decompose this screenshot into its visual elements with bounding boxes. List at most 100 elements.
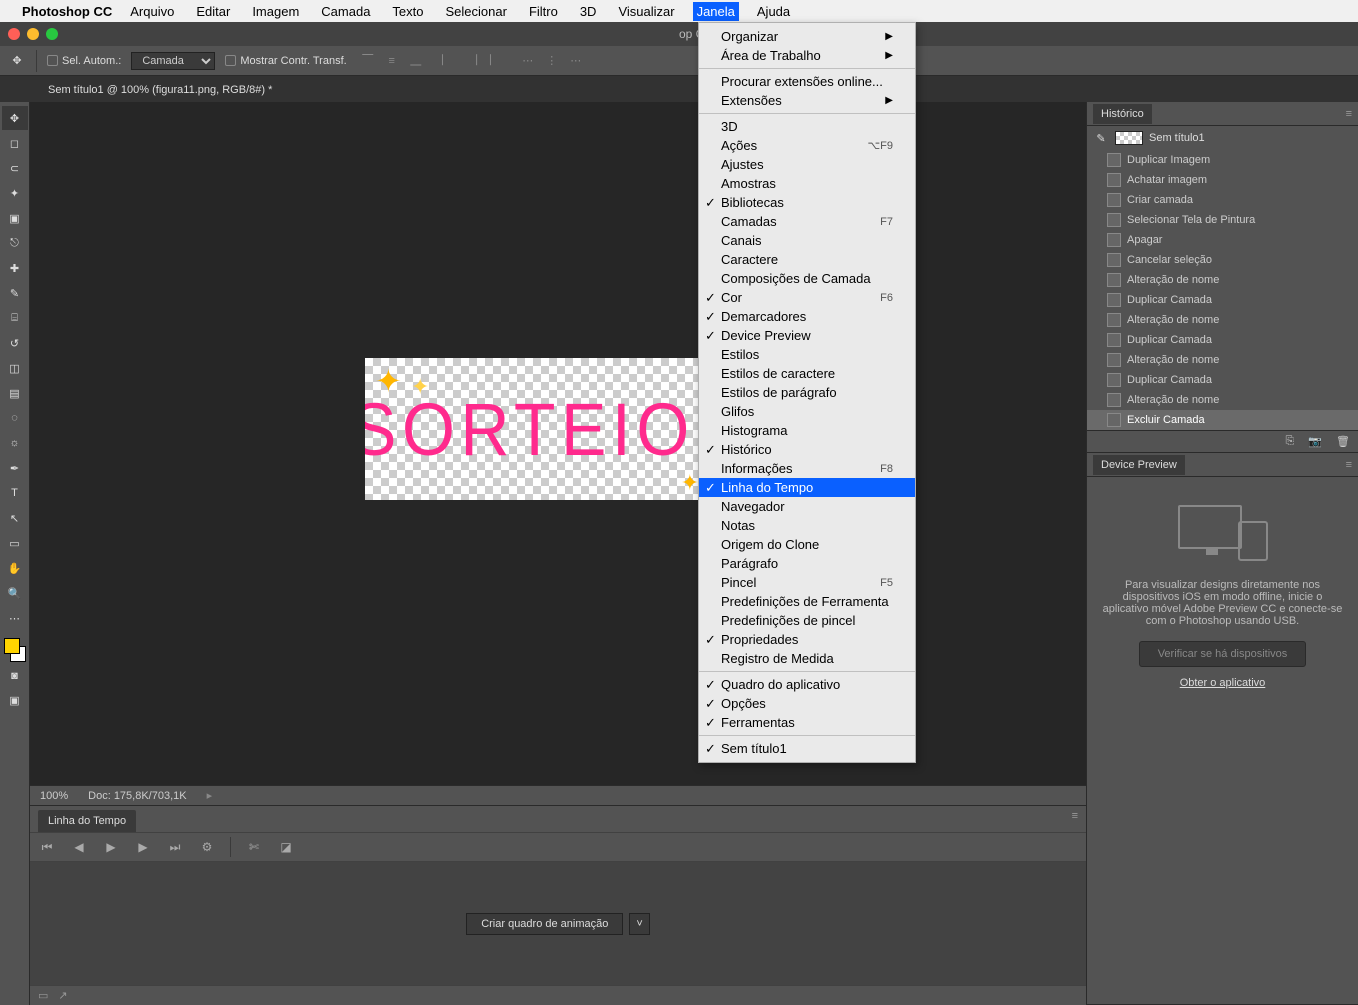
menuitem-par-grafo[interactable]: Parágrafo [699, 554, 915, 573]
rectangle-tool[interactable]: ▭ [2, 531, 28, 555]
menuitem-hist-rico[interactable]: ✓Histórico [699, 440, 915, 459]
menu-janela[interactable]: Janela [693, 2, 739, 21]
history-tab[interactable]: Histórico [1093, 104, 1152, 124]
auto-select-dropdown[interactable]: Camada [131, 52, 215, 70]
menu-visualizar[interactable]: Visualizar [614, 2, 678, 21]
menuitem-origem-do-clone[interactable]: Origem do Clone [699, 535, 915, 554]
status-arrow-icon[interactable]: ▸ [207, 789, 213, 802]
align-vcenter-icon[interactable]: ≡ [381, 50, 403, 72]
color-swatches[interactable] [2, 636, 28, 664]
menuitem-quadro-do-aplicativo[interactable]: ✓Quadro do aplicativo [699, 675, 915, 694]
history-step[interactable]: Alteração de nome [1087, 270, 1358, 290]
history-step[interactable]: Apagar [1087, 230, 1358, 250]
history-step[interactable]: Cancelar seleção [1087, 250, 1358, 270]
minimize-window-icon[interactable] [27, 28, 39, 40]
close-window-icon[interactable] [8, 28, 20, 40]
menu-texto[interactable]: Texto [388, 2, 427, 21]
move-tool[interactable]: ✥ [2, 106, 28, 130]
type-tool[interactable]: T [2, 481, 28, 505]
check-devices-button[interactable]: Verificar se há dispositivos [1139, 641, 1307, 667]
quick-mask-icon[interactable]: ◙ [2, 664, 28, 688]
show-transform-checkbox[interactable]: Mostrar Contr. Transf. [225, 55, 346, 67]
go-first-frame-icon[interactable]: ⏮ [38, 840, 56, 855]
marquee-tool[interactable]: ◻ [2, 131, 28, 155]
menu-camada[interactable]: Camada [317, 2, 374, 21]
history-step[interactable]: Alteração de nome [1087, 310, 1358, 330]
canvas-view[interactable]: ✦ ✦ ✦ SORTEIO! [30, 102, 1086, 785]
new-snapshot-icon[interactable]: 📷 [1308, 435, 1322, 448]
menuitem--rea-de-trabalho[interactable]: Área de Trabalho▶ [699, 46, 915, 65]
menuitem-procurar-extens-es-online-[interactable]: Procurar extensões online... [699, 72, 915, 91]
history-step[interactable]: Duplicar Camada [1087, 290, 1358, 310]
transitions-icon[interactable]: ◪ [277, 840, 295, 854]
history-step[interactable]: Excluir Camada [1087, 410, 1358, 430]
menu-arquivo[interactable]: Arquivo [126, 2, 178, 21]
zoom-level[interactable]: 100% [40, 790, 68, 802]
history-step[interactable]: Criar camada [1087, 190, 1358, 210]
menuitem-pincel[interactable]: PincelF5 [699, 573, 915, 592]
stamp-tool[interactable]: ⌸ [2, 306, 28, 330]
lasso-tool[interactable]: ⊂ [2, 156, 28, 180]
menuitem-sem-t-tulo1[interactable]: ✓Sem título1 [699, 739, 915, 758]
gradient-tool[interactable]: ▤ [2, 381, 28, 405]
menuitem-predefini-es-de-ferramenta[interactable]: Predefinições de Ferramenta [699, 592, 915, 611]
align-right-icon[interactable]: ⎸ [485, 50, 507, 72]
distribute-icon[interactable]: ⋯ [565, 50, 587, 72]
panel-menu-icon[interactable]: ≡ [1346, 459, 1352, 471]
new-document-from-state-icon[interactable]: ⎘ [1286, 435, 1295, 448]
menuitem-op-es[interactable]: ✓Opções [699, 694, 915, 713]
menuitem-estilos-de-caractere[interactable]: Estilos de caractere [699, 364, 915, 383]
zoom-window-icon[interactable] [46, 28, 58, 40]
play-icon[interactable]: ▶ [102, 840, 120, 854]
menu-imagem[interactable]: Imagem [248, 2, 303, 21]
zoom-tool[interactable]: 🔍 [2, 581, 28, 605]
menuitem-demarcadores[interactable]: ✓Demarcadores [699, 307, 915, 326]
brush-tool[interactable]: ✎ [2, 281, 28, 305]
align-bottom-icon[interactable]: ⎽ [405, 50, 427, 72]
menuitem-histograma[interactable]: Histograma [699, 421, 915, 440]
history-step[interactable]: Alteração de nome [1087, 350, 1358, 370]
menuitem-linha-do-tempo[interactable]: ✓Linha do Tempo [699, 478, 915, 497]
menuitem-extens-es[interactable]: Extensões▶ [699, 91, 915, 110]
timeline-tab[interactable]: Linha do Tempo [38, 810, 136, 832]
timeline-footer-icon[interactable]: ▭ [38, 989, 48, 1002]
menuitem-navegador[interactable]: Navegador [699, 497, 915, 516]
create-animation-button[interactable]: Criar quadro de animação [466, 913, 623, 935]
history-step[interactable]: Alteração de nome [1087, 390, 1358, 410]
menuitem-cor[interactable]: ✓CorF6 [699, 288, 915, 307]
document-tab[interactable]: Sem título1 @ 100% (figura11.png, RGB/8#… [36, 76, 284, 102]
menuitem-canais[interactable]: Canais [699, 231, 915, 250]
auto-select-checkbox[interactable]: Sel. Autom.: [47, 55, 121, 67]
get-app-link[interactable]: Obter o aplicativo [1180, 677, 1266, 689]
next-frame-icon[interactable]: ▶ [134, 840, 152, 854]
healing-tool[interactable]: ✚ [2, 256, 28, 280]
menu-3d[interactable]: 3D [576, 2, 601, 21]
distribute-v-icon[interactable]: ⋮ [541, 50, 563, 72]
menuitem-informa-es[interactable]: InformaçõesF8 [699, 459, 915, 478]
history-brush-tool[interactable]: ↺ [2, 331, 28, 355]
create-animation-dropdown[interactable]: ˅ [629, 913, 649, 935]
go-last-frame-icon[interactable]: ⏭ [166, 840, 184, 855]
magic-wand-tool[interactable]: ✦ [2, 181, 28, 205]
menu-ajuda[interactable]: Ajuda [753, 2, 794, 21]
history-document-row[interactable]: ✎Sem título1 [1087, 126, 1358, 150]
panel-menu-icon[interactable]: ≡ [1072, 810, 1078, 822]
pen-tool[interactable]: ✒ [2, 456, 28, 480]
menuitem-caractere[interactable]: Caractere [699, 250, 915, 269]
history-step[interactable]: Duplicar Imagem [1087, 150, 1358, 170]
scissors-icon[interactable]: ✄ [245, 840, 263, 854]
app-name[interactable]: Photoshop CC [22, 4, 112, 19]
align-left-icon[interactable]: ⎸ [437, 50, 459, 72]
menuitem-a-es[interactable]: Ações⌥F9 [699, 136, 915, 155]
menu-editar[interactable]: Editar [192, 2, 234, 21]
hand-tool[interactable]: ✋ [2, 556, 28, 580]
dodge-tool[interactable]: ☼ [2, 431, 28, 455]
prev-frame-icon[interactable]: ◀ [70, 840, 88, 854]
timeline-convert-icon[interactable]: ↗ [58, 989, 67, 1002]
menuitem-camadas[interactable]: CamadasF7 [699, 212, 915, 231]
path-select-tool[interactable]: ↖ [2, 506, 28, 530]
menuitem-bibliotecas[interactable]: ✓Bibliotecas [699, 193, 915, 212]
delete-state-icon[interactable]: 🗑 [1336, 435, 1350, 448]
history-step[interactable]: Duplicar Camada [1087, 330, 1358, 350]
history-step[interactable]: Achatar imagem [1087, 170, 1358, 190]
